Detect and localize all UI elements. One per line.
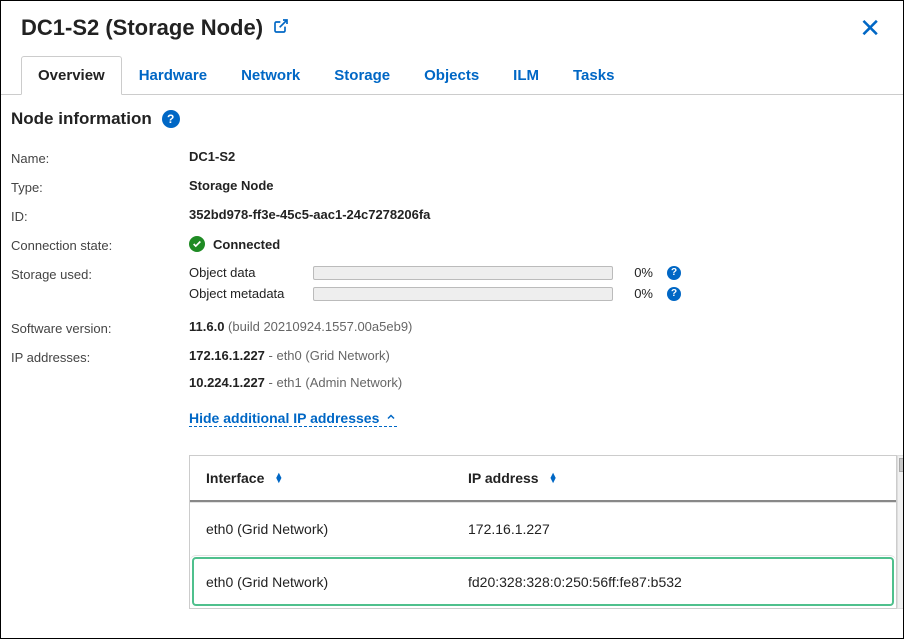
table-row: eth0 (Grid Network) 172.16.1.227 (190, 502, 896, 555)
label-name: Name: (11, 149, 189, 166)
col-header-ip[interactable]: IP address ▲▼ (452, 456, 896, 500)
open-new-window-icon[interactable] (273, 18, 289, 39)
tab-overview[interactable]: Overview (21, 56, 122, 95)
primary-ip-row: 10.224.1.227 - eth1 (Admin Network) (189, 375, 897, 390)
check-circle-icon (189, 236, 205, 252)
sort-icon[interactable]: ▲▼ (549, 473, 558, 483)
label-connection: Connection state: (11, 236, 189, 253)
value-type: Storage Node (189, 178, 893, 193)
tab-bar: Overview Hardware Network Storage Object… (1, 55, 903, 95)
label-id: ID: (11, 207, 189, 224)
storage-row-object-data: Object data 0% ? (189, 265, 893, 280)
table-row: eth0 (Grid Network) fd20:328:328:0:250:5… (190, 555, 896, 608)
label-type: Type: (11, 178, 189, 195)
tab-objects[interactable]: Objects (407, 56, 496, 95)
progress-bar (313, 266, 613, 280)
value-software-version: 11.6.0 (189, 319, 224, 334)
scrollbar[interactable] (897, 455, 904, 609)
primary-ip-row: 172.16.1.227 - eth0 (Grid Network) (189, 348, 897, 363)
value-name: DC1-S2 (189, 149, 893, 164)
value-connection: Connected (213, 237, 280, 252)
page-title: DC1-S2 (Storage Node) (21, 15, 263, 41)
panel-header: DC1-S2 (Storage Node) ✕ (1, 1, 903, 47)
storage-row-object-metadata: Object metadata 0% ? (189, 286, 893, 301)
progress-bar (313, 287, 613, 301)
sort-icon[interactable]: ▲▼ (274, 473, 283, 483)
help-icon[interactable]: ? (667, 266, 681, 280)
col-header-interface[interactable]: Interface ▲▼ (190, 456, 452, 500)
section-heading: Node information (11, 109, 152, 129)
tab-ilm[interactable]: ILM (496, 56, 556, 95)
label-ip-addresses: IP addresses: (11, 348, 189, 365)
value-software-build: (build 20210924.1557.00a5eb9) (224, 319, 412, 334)
tab-network[interactable]: Network (224, 56, 317, 95)
tab-tasks[interactable]: Tasks (556, 56, 631, 95)
tab-storage[interactable]: Storage (317, 56, 407, 95)
ip-address-table: Interface ▲▼ IP address ▲▼ eth0 (Grid Ne… (189, 455, 897, 609)
help-icon[interactable]: ? (667, 287, 681, 301)
label-software-version: Software version: (11, 319, 189, 336)
label-storage-used: Storage used: (11, 265, 189, 282)
chevron-up-icon (385, 410, 397, 426)
close-icon[interactable]: ✕ (857, 15, 883, 41)
help-icon[interactable]: ? (162, 110, 180, 128)
hide-additional-ips-link[interactable]: Hide additional IP addresses (189, 410, 397, 427)
scrollbar-thumb[interactable] (899, 458, 904, 472)
tab-hardware[interactable]: Hardware (122, 56, 224, 95)
value-id: 352bd978-ff3e-45c5-aac1-24c7278206fa (189, 207, 893, 222)
